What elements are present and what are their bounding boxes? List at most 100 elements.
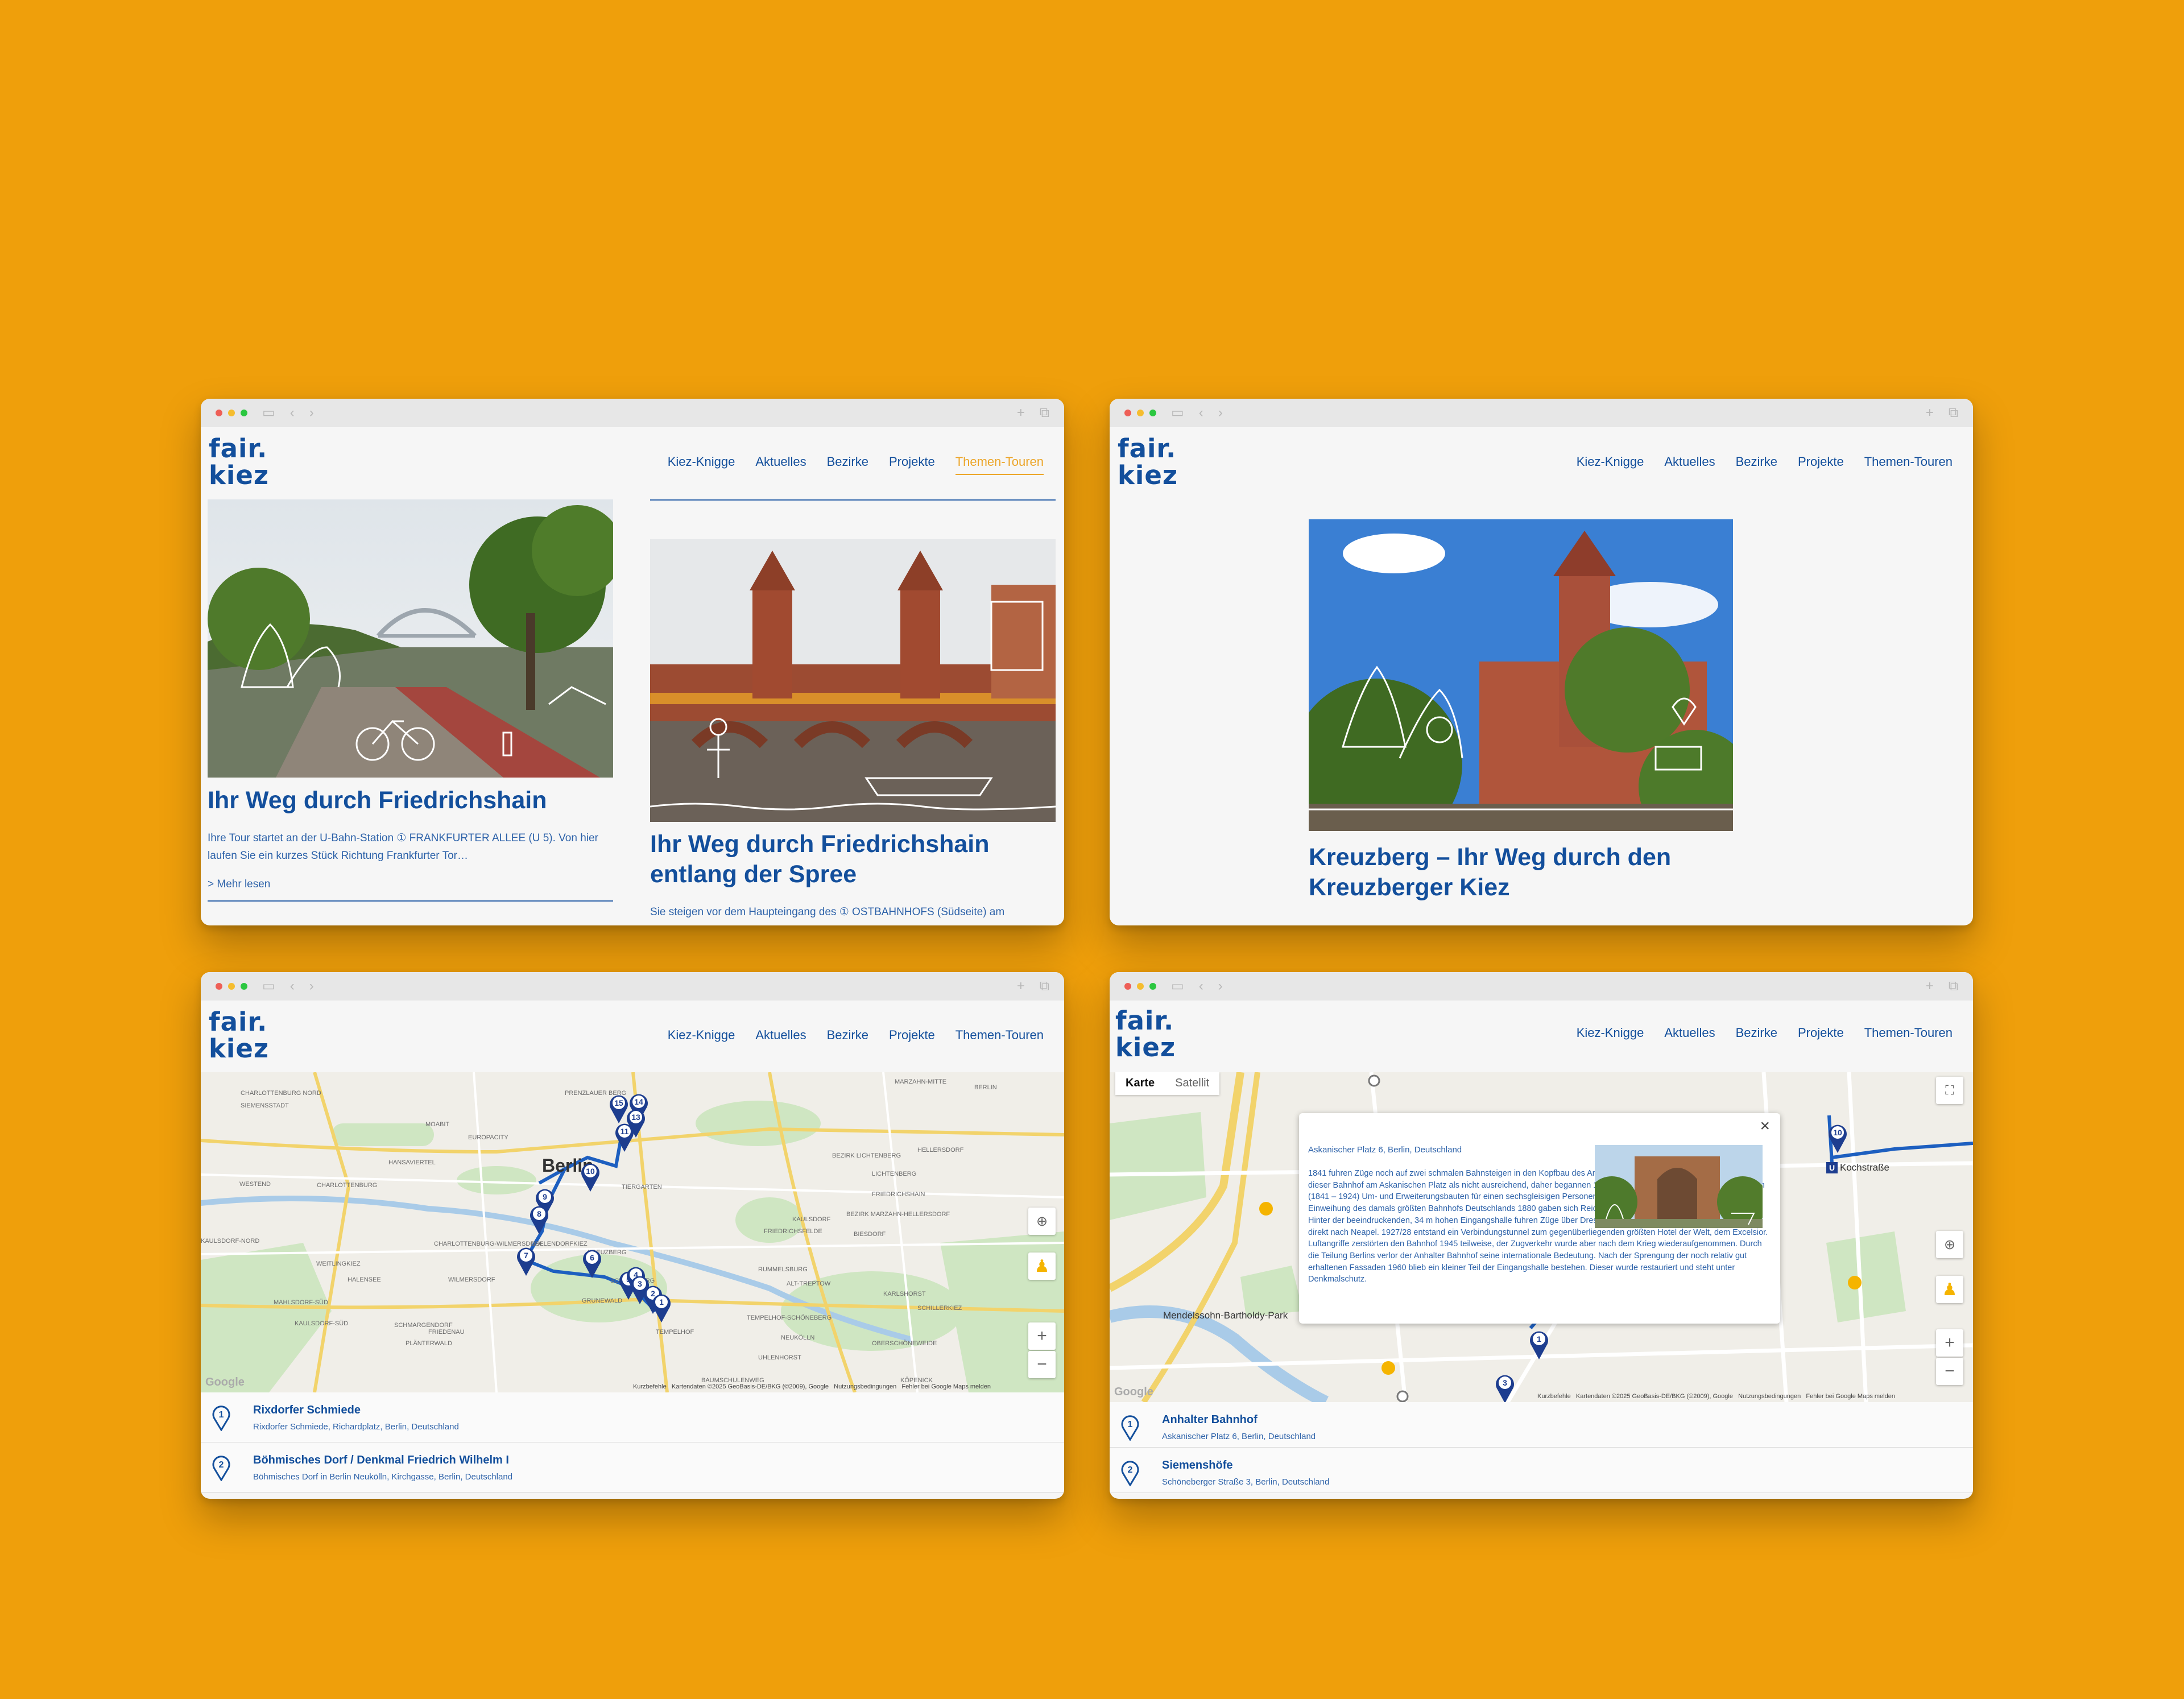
recenter-icon[interactable]: ⊕ xyxy=(1936,1231,1963,1258)
nav-kiez-knigge[interactable]: Kiez-Knigge xyxy=(1577,454,1644,469)
zoom-window-button[interactable] xyxy=(1149,983,1156,990)
nav-bezirke[interactable]: Bezirke xyxy=(827,1028,868,1043)
logo-line-2: kiez xyxy=(209,1034,270,1064)
tabs-icon[interactable]: ⧉ xyxy=(1949,979,1958,993)
pegman-icon[interactable]: ♟ xyxy=(1028,1252,1056,1280)
tab-karte[interactable]: Karte xyxy=(1115,1072,1165,1095)
map-canvas[interactable]: MARZAHN-MITTEPRENZLAUER BERGBERLINCHARLO… xyxy=(201,1072,1064,1392)
zoom-in-button[interactable]: + xyxy=(1028,1322,1056,1350)
detail-map[interactable]: 10 1 3 Karte Satellit U Kochstraße Mendels… xyxy=(1110,1072,1973,1402)
card-title[interactable]: Ihr Weg durch Friedrichshain entlang der… xyxy=(650,829,1056,890)
nav-bezirke[interactable]: Bezirke xyxy=(827,454,868,475)
close-window-button[interactable] xyxy=(1124,983,1131,990)
attr-terms[interactable]: Nutzungsbedingungen xyxy=(1738,1393,1801,1400)
close-window-button[interactable] xyxy=(216,410,222,416)
tour-photo-oberbaumbruecke[interactable] xyxy=(650,539,1056,822)
nav-themen-touren[interactable]: Themen-Touren xyxy=(1864,1026,1953,1040)
attr-shortcuts[interactable]: Kurzbefehle xyxy=(1537,1393,1571,1400)
tabs-icon[interactable]: ⧉ xyxy=(1949,406,1958,420)
sidebar-icon[interactable]: ▭ xyxy=(1171,406,1184,420)
back-icon[interactable]: ‹ xyxy=(1199,406,1203,420)
site-logo[interactable]: fair. kiez xyxy=(1118,435,1178,489)
read-more-link[interactable]: > Mehr lesen xyxy=(208,875,270,893)
back-icon[interactable]: ‹ xyxy=(290,979,295,993)
close-window-button[interactable] xyxy=(216,983,222,990)
zoom-window-button[interactable] xyxy=(241,983,247,990)
map-district-label: WEITLINGKIEZ xyxy=(316,1260,361,1267)
nav-kiez-knigge[interactable]: Kiez-Knigge xyxy=(668,1028,735,1043)
new-tab-icon[interactable]: + xyxy=(1017,406,1025,420)
new-tab-icon[interactable]: + xyxy=(1017,979,1025,993)
browser-window-kreuzberg-tour: ▭ ‹ › + ⧉ fair. kiez Kiez-Knigge Aktuelle… xyxy=(1110,399,1973,925)
pegman-icon[interactable]: ♟ xyxy=(1936,1276,1963,1303)
close-window-button[interactable] xyxy=(1124,410,1131,416)
list-item[interactable]: 2 Böhmisches Dorf / Denkmal Friedrich Wi… xyxy=(201,1442,1064,1493)
site-logo[interactable]: fair. kiez xyxy=(209,1008,269,1062)
forward-icon[interactable]: › xyxy=(309,406,314,420)
fullscreen-icon[interactable]: ⛶ xyxy=(1936,1077,1963,1104)
stop-title[interactable]: Anhalter Bahnhof xyxy=(1162,1413,1258,1427)
google-logo[interactable]: Google xyxy=(205,1376,245,1389)
zoom-window-button[interactable] xyxy=(1149,410,1156,416)
new-tab-icon[interactable]: + xyxy=(1926,979,1934,993)
sidebar-icon[interactable]: ▭ xyxy=(262,406,275,420)
tour-photo-friedrichshain-bridge[interactable] xyxy=(208,499,613,778)
minimize-window-button[interactable] xyxy=(1137,410,1144,416)
stop-title[interactable]: Rixdorfer Schmiede xyxy=(253,1404,361,1417)
forward-icon[interactable]: › xyxy=(1218,979,1223,993)
tabs-icon[interactable]: ⧉ xyxy=(1040,406,1049,420)
minimize-window-button[interactable] xyxy=(1137,983,1144,990)
close-popup-button[interactable]: × xyxy=(1760,1117,1770,1136)
google-logo[interactable]: Google xyxy=(1114,1386,1153,1399)
nav-divider xyxy=(650,499,1056,501)
list-item[interactable]: 2 Siemenshöfe Schöneberger Straße 3, Ber… xyxy=(1110,1448,1973,1493)
route-map[interactable]: MARZAHN-MITTE PRENZLAUER BERG BERLIN CHARLO… xyxy=(201,1072,1064,1392)
site-logo[interactable]: fair. kiez xyxy=(1115,1007,1176,1061)
nav-themen-touren[interactable]: Themen-Touren xyxy=(1864,454,1953,469)
nav-projekte[interactable]: Projekte xyxy=(1798,1026,1844,1040)
nav-aktuelles[interactable]: Aktuelles xyxy=(1664,1026,1715,1040)
nav-projekte[interactable]: Projekte xyxy=(889,454,935,475)
sidebar-icon[interactable]: ▭ xyxy=(1171,979,1184,993)
list-item[interactable]: 1 Rixdorfer Schmiede Rixdorfer Schmiede,… xyxy=(201,1392,1064,1442)
forward-icon[interactable]: › xyxy=(309,979,314,993)
list-item[interactable]: 1 Anhalter Bahnhof Askanischer Platz 6, … xyxy=(1110,1402,1973,1448)
nav-projekte[interactable]: Projekte xyxy=(1798,454,1844,469)
stop-title[interactable]: Böhmisches Dorf / Denkmal Friedrich Wilh… xyxy=(253,1454,509,1467)
back-icon[interactable]: ‹ xyxy=(1199,979,1203,993)
nav-aktuelles[interactable]: Aktuelles xyxy=(755,454,806,475)
forward-icon[interactable]: › xyxy=(1218,406,1223,420)
recenter-icon[interactable]: ⊕ xyxy=(1028,1208,1056,1235)
stop-list: 1 Rixdorfer Schmiede Rixdorfer Schmiede,… xyxy=(201,1392,1064,1493)
minimize-window-button[interactable] xyxy=(228,410,235,416)
zoom-in-button[interactable]: + xyxy=(1936,1329,1963,1357)
attr-report[interactable]: Fehler bei Google Maps melden xyxy=(901,1383,991,1390)
nav-bezirke[interactable]: Bezirke xyxy=(1736,454,1777,469)
nav-themen-touren[interactable]: Themen-Touren xyxy=(955,454,1044,475)
nav-bezirke[interactable]: Bezirke xyxy=(1736,1026,1777,1040)
nav-projekte[interactable]: Projekte xyxy=(889,1028,935,1043)
zoom-window-button[interactable] xyxy=(241,410,247,416)
nav-aktuelles[interactable]: Aktuelles xyxy=(755,1028,806,1043)
minimize-window-button[interactable] xyxy=(228,983,235,990)
sidebar-icon[interactable]: ▭ xyxy=(262,979,275,993)
zoom-out-button[interactable]: − xyxy=(1936,1358,1963,1385)
pin-number: 2 xyxy=(219,1460,224,1470)
attr-shortcuts[interactable]: Kurzbefehle xyxy=(633,1383,667,1390)
map-district-label: OBERSCHÖNEWEIDE xyxy=(872,1340,937,1347)
tabs-icon[interactable]: ⧉ xyxy=(1040,979,1049,993)
new-tab-icon[interactable]: + xyxy=(1926,406,1934,420)
site-logo[interactable]: fair. kiez xyxy=(209,435,269,489)
nav-aktuelles[interactable]: Aktuelles xyxy=(1664,454,1715,469)
back-icon[interactable]: ‹ xyxy=(290,406,295,420)
nav-kiez-knigge[interactable]: Kiez-Knigge xyxy=(1577,1026,1644,1040)
stop-title[interactable]: Siemenshöfe xyxy=(1162,1459,1232,1472)
tab-satellit[interactable]: Satellit xyxy=(1165,1072,1219,1095)
attr-terms[interactable]: Nutzungsbedingungen xyxy=(834,1383,896,1390)
nav-kiez-knigge[interactable]: Kiez-Knigge xyxy=(668,454,735,475)
zoom-out-button[interactable]: − xyxy=(1028,1351,1056,1378)
card-title[interactable]: Ihr Weg durch Friedrichshain xyxy=(208,786,613,816)
nav-themen-touren[interactable]: Themen-Touren xyxy=(956,1028,1044,1043)
oberbaum-bridge-illustration xyxy=(650,539,1056,822)
attr-report[interactable]: Fehler bei Google Maps melden xyxy=(1806,1393,1895,1400)
